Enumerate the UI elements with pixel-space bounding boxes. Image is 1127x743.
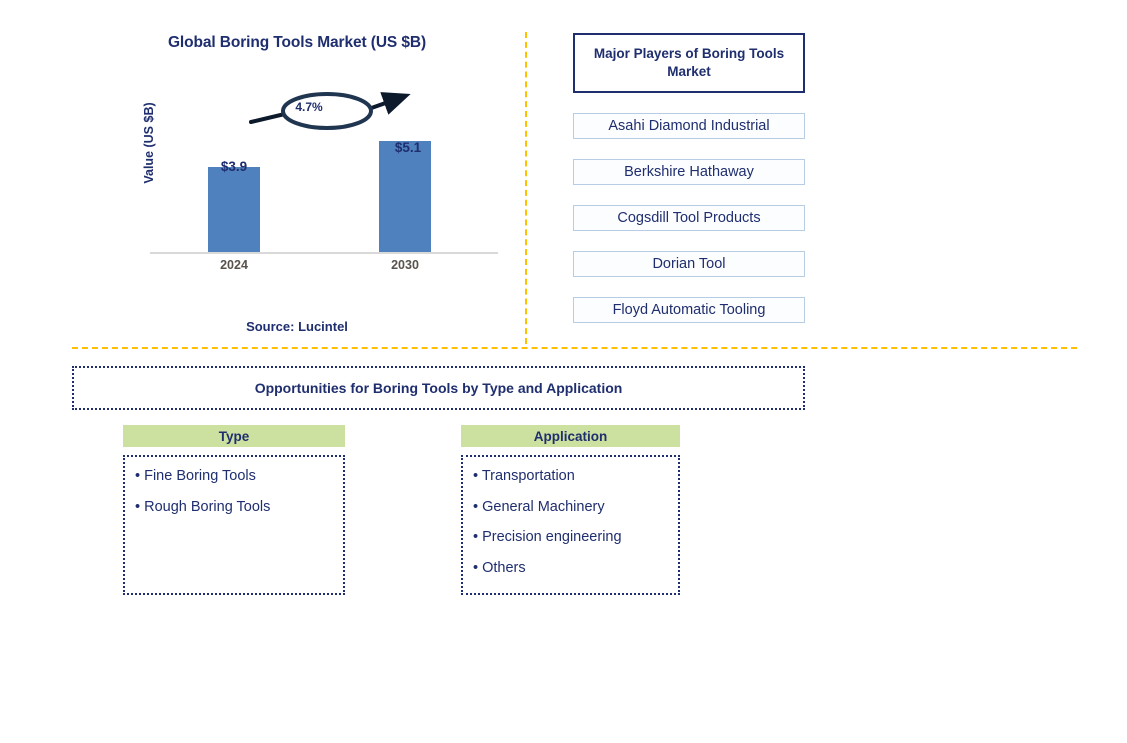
- list-item: • General Machinery: [473, 498, 605, 515]
- bar-2030: [379, 141, 431, 252]
- player-item[interactable]: Berkshire Hathaway: [573, 159, 805, 185]
- market-chart-panel: Global Boring Tools Market (US $B) Value…: [72, 22, 522, 342]
- player-item[interactable]: Asahi Diamond Industrial: [573, 113, 805, 139]
- vertical-divider: [525, 32, 527, 344]
- list-item: • Others: [473, 559, 526, 576]
- y-axis-title: Value (US $B): [142, 102, 156, 184]
- player-item[interactable]: Cogsdill Tool Products: [573, 205, 805, 231]
- bar-2024: [208, 167, 260, 252]
- cagr-label: 4.7%: [295, 100, 323, 114]
- type-column-body: • Fine Boring Tools • Rough Boring Tools: [123, 455, 345, 595]
- bar-value-2024: $3.9: [220, 159, 248, 174]
- chart-title: Global Boring Tools Market (US $B): [167, 34, 427, 51]
- major-players-panel: Major Players of Boring Tools Market Asa…: [573, 33, 805, 323]
- list-item: • Fine Boring Tools: [135, 468, 256, 484]
- chart-plot-area: Value (US $B) $3.9 $5.1 2024 2030 4.7%: [142, 92, 498, 272]
- application-column-header: Application: [461, 425, 680, 447]
- cagr-callout-icon: [249, 92, 411, 130]
- player-item[interactable]: Floyd Automatic Tooling: [573, 297, 805, 323]
- x-tick-2030: 2030: [391, 258, 419, 272]
- list-item: • Transportation: [473, 468, 575, 484]
- type-column-header: Type: [123, 425, 345, 447]
- x-axis-line: [150, 252, 498, 254]
- application-column-body: • Transportation • General Machinery • P…: [461, 455, 680, 595]
- x-tick-2024: 2024: [220, 258, 248, 272]
- horizontal-divider: [72, 347, 1077, 349]
- player-item[interactable]: Dorian Tool: [573, 251, 805, 277]
- list-item: • Precision engineering: [473, 529, 622, 545]
- major-players-header: Major Players of Boring Tools Market: [573, 33, 805, 93]
- list-item: • Rough Boring Tools: [135, 498, 271, 515]
- opportunities-banner: Opportunities for Boring Tools by Type a…: [72, 366, 805, 410]
- source-note: Source: Lucintel: [246, 319, 348, 334]
